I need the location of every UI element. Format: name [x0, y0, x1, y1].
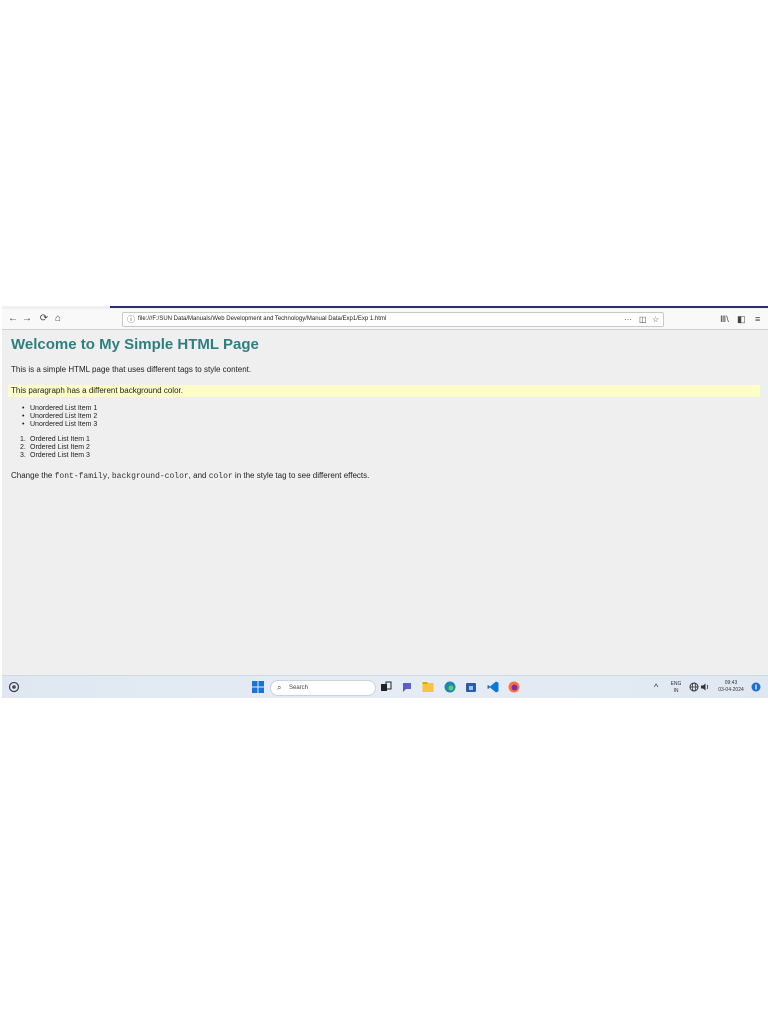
sidebar-icon[interactable]: ◧: [737, 312, 746, 326]
browser-toolbar: ← → ⟳ ⌂ ⓘ file:///F:/SUN Data/Manuals/We…: [2, 309, 768, 330]
menu-icon[interactable]: ≡: [755, 312, 760, 326]
page-content: Welcome to My Simple HTML Page This is a…: [2, 330, 768, 675]
network-icon[interactable]: [689, 681, 699, 693]
file-explorer-icon[interactable]: [422, 681, 434, 693]
store-icon[interactable]: [465, 681, 477, 693]
task-view-icon[interactable]: [380, 681, 392, 693]
library-icon[interactable]: Ⅲ\: [720, 312, 729, 326]
list-item: 2. Ordered List Item 2: [20, 444, 90, 451]
vscode-icon[interactable]: [487, 681, 499, 693]
firefox-icon[interactable]: [508, 681, 520, 693]
address-bar[interactable]: ⓘ file:///F:/SUN Data/Manuals/Web Develo…: [122, 312, 664, 327]
taskbar: ⌕ Search ^ ENG IN 09:43 03-04-2024: [2, 675, 768, 698]
bookmark-star-icon[interactable]: ☆: [652, 313, 659, 326]
back-icon[interactable]: ←: [6, 312, 20, 326]
volume-icon[interactable]: [700, 681, 710, 693]
screenshot: ← → ⟳ ⌂ ⓘ file:///F:/SUN Data/Manuals/We…: [2, 306, 768, 698]
code-color: color: [208, 472, 233, 481]
taskbar-search-input[interactable]: ⌕ Search: [270, 680, 376, 696]
list-item: 3. Ordered List Item 3: [20, 452, 90, 459]
code-background-color: background-color: [111, 472, 189, 481]
page-title: Welcome to My Simple HTML Page: [11, 336, 259, 353]
reload-icon[interactable]: ⟳: [37, 312, 51, 326]
home-icon[interactable]: ⌂: [51, 312, 65, 326]
weather-icon[interactable]: [8, 681, 20, 693]
windows-start-icon[interactable]: [252, 681, 264, 693]
intro-paragraph: This is a simple HTML page that uses dif…: [11, 365, 252, 374]
instructions-paragraph: Change the font-family, background-color…: [11, 471, 370, 481]
ordered-list: 1. Ordered List Item 1 2. Ordered List Ite…: [20, 436, 90, 460]
language-indicator[interactable]: ENG IN: [667, 681, 685, 695]
list-item: • Unordered List Item 2: [22, 413, 98, 420]
highlight-paragraph: This paragraph has a different backgroun…: [8, 385, 760, 397]
list-item: 1. Ordered List Item 1: [20, 436, 90, 443]
url-text[interactable]: file:///F:/SUN Data/Manuals/Web Developm…: [138, 313, 386, 326]
edge-browser-icon[interactable]: [444, 681, 456, 693]
notification-icon[interactable]: [751, 681, 761, 693]
page-actions-icon[interactable]: ···: [624, 313, 632, 326]
chat-icon[interactable]: [401, 681, 413, 693]
forward-icon[interactable]: →: [20, 312, 34, 326]
clock[interactable]: 09:43 03-04-2024: [714, 680, 748, 694]
list-item: • Unordered List Item 3: [22, 421, 98, 428]
search-icon: ⌕: [277, 683, 282, 692]
unordered-list: • Unordered List Item 1 • Unordered List I…: [22, 405, 97, 429]
pocket-icon[interactable]: ◫: [639, 313, 647, 326]
site-info-icon[interactable]: ⓘ: [127, 313, 135, 326]
list-item: • Unordered List Item 1: [22, 405, 98, 412]
window-top-border: [110, 306, 768, 308]
chevron-up-icon[interactable]: ^: [654, 681, 658, 693]
code-font-family: font-family: [54, 472, 108, 481]
